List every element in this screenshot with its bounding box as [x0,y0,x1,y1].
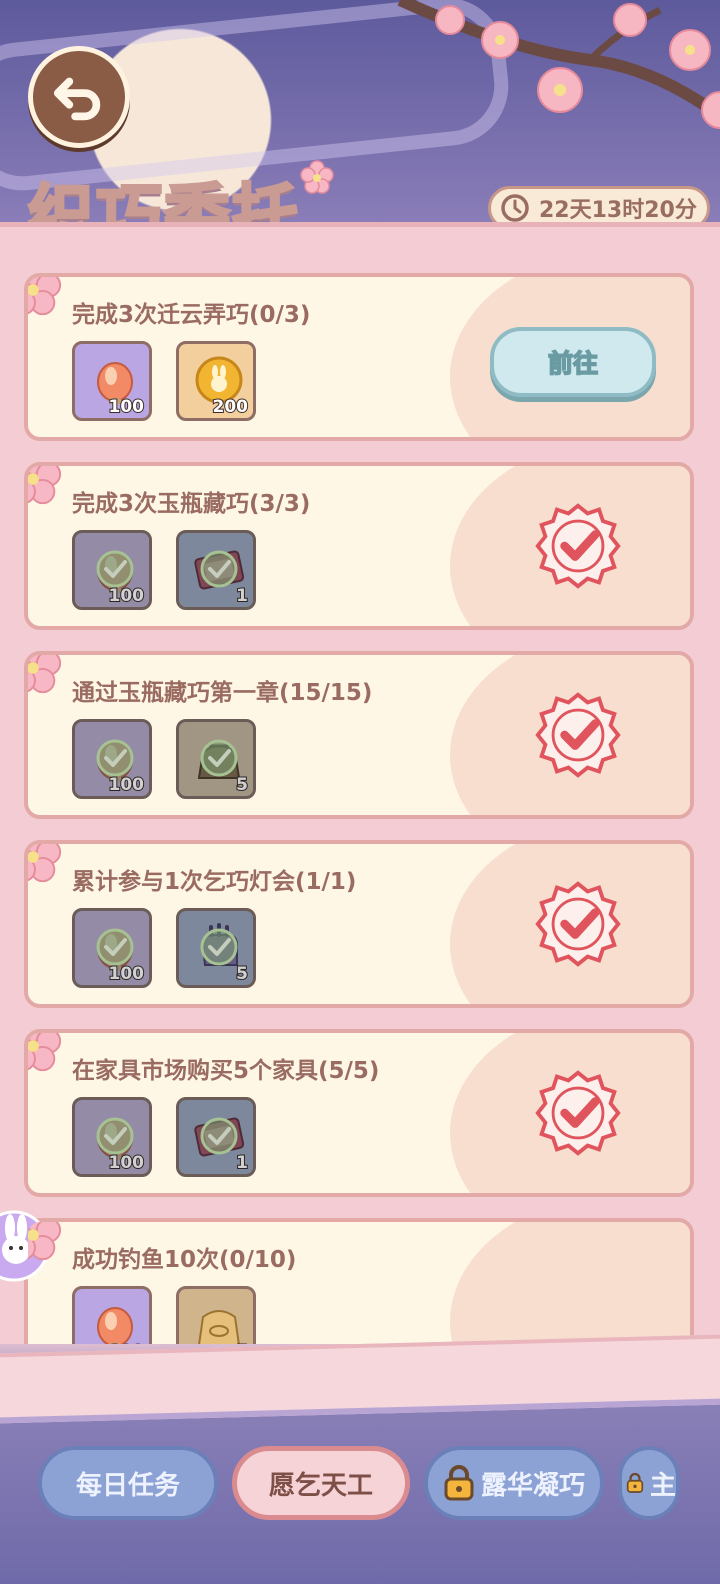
task-card: 完成3次玉瓶藏巧(3/3) 100 1 [24,462,694,630]
completed-stamp-icon [535,692,621,778]
check-icon [200,928,238,966]
check-icon [96,739,134,777]
task-card: 累计参与1次乞巧灯会(1/1) 100 5 [24,840,694,1008]
reward-slot[interactable]: 100 [72,719,152,799]
reward-quantity: 5 [235,1341,249,1344]
task-title: 通过玉瓶藏巧第一章(15/15) [72,680,373,706]
reward-slot[interactable]: 5 [176,1286,256,1344]
reward-slot[interactable]: 1 [176,1097,256,1177]
reward-slot[interactable]: 5 [176,908,256,988]
reward-quantity: 1 [235,1152,249,1174]
lock-icon [444,1465,474,1501]
lock-icon [626,1472,644,1493]
completed-stamp-icon [535,503,621,589]
plum-blossom-branch [397,0,720,129]
check-icon [96,928,134,966]
reward-slot[interactable]: 100 [72,908,152,988]
tab-main[interactable]: 主 [618,1446,680,1520]
reward-quantity: 100 [108,963,145,985]
task-list[interactable]: 完成3次迁云弄巧(0/3) 100 200 前往完成3次玉瓶藏巧(3/3) 100 1 通过… [0,222,720,1344]
back-button[interactable] [28,46,130,148]
task-title: 成功钓鱼10次(0/10) [72,1247,297,1273]
tab-label: 每日任务 [75,1470,180,1501]
task-card: 通过玉瓶藏巧第一章(15/15) 100 5 [24,651,694,819]
reward-quantity: 100 [108,1341,145,1344]
flower-icon [28,655,62,694]
task-title: 完成3次迁云弄巧(0/3) [72,302,311,328]
tab-daily-tasks[interactable]: 每日任务 [38,1446,218,1520]
reward-slot[interactable]: 1 [176,530,256,610]
back-arrow-icon [53,77,101,121]
reward-slot[interactable]: 100 [72,1286,152,1344]
flower-icon [300,160,334,194]
reward-quantity: 1 [235,585,249,607]
flower-icon [28,844,62,883]
flower-icon [28,277,62,316]
go-button[interactable]: 前往 [490,327,656,397]
reward-quantity: 100 [108,396,145,418]
reward-quantity: 100 [108,1152,145,1174]
reward-slot[interactable]: 100 [72,341,152,421]
reward-slot[interactable]: 100 [72,1097,152,1177]
reward-quantity: 5 [235,774,249,796]
lantern-icon [97,1307,133,1344]
task-card: 成功钓鱼10次(0/10) 100 5 [24,1218,694,1344]
task-title: 累计参与1次乞巧灯会(1/1) [72,869,357,895]
flower-icon [28,466,62,505]
tab-label: 露华凝巧 [480,1470,585,1501]
task-title: 完成3次玉瓶藏巧(3/3) [72,491,311,517]
task-card: 完成3次迁云弄巧(0/3) 100 200 前往 [24,273,694,441]
flower-icon [28,1033,62,1072]
check-icon [96,1117,134,1155]
tab-label: 愿乞天工 [268,1470,373,1501]
tab-dew-craft[interactable]: 露华凝巧 [424,1446,604,1520]
tab-label: 主 [649,1470,676,1501]
flower-icon [28,1222,62,1261]
check-icon [200,739,238,777]
timer-text: 22天13时20分 [539,198,697,223]
reward-slot[interactable]: 200 [176,341,256,421]
reward-slot[interactable]: 100 [72,530,152,610]
fish-bag-icon [198,1310,240,1344]
task-card: 在家具市场购买5个家具(5/5) 100 1 [24,1029,694,1197]
check-icon [200,1117,238,1155]
reward-quantity: 5 [235,963,249,985]
reward-quantity: 100 [108,585,145,607]
check-icon [200,550,238,588]
completed-stamp-icon [535,881,621,967]
reward-quantity: 100 [108,774,145,796]
reward-slot[interactable]: 5 [176,719,256,799]
check-icon [96,550,134,588]
completed-stamp-icon [535,1070,621,1156]
clock-icon [501,194,529,222]
reward-quantity: 200 [212,396,249,418]
tab-wish-craft[interactable]: 愿乞天工 [232,1446,410,1520]
task-title: 在家具市场购买5个家具(5/5) [72,1058,380,1084]
